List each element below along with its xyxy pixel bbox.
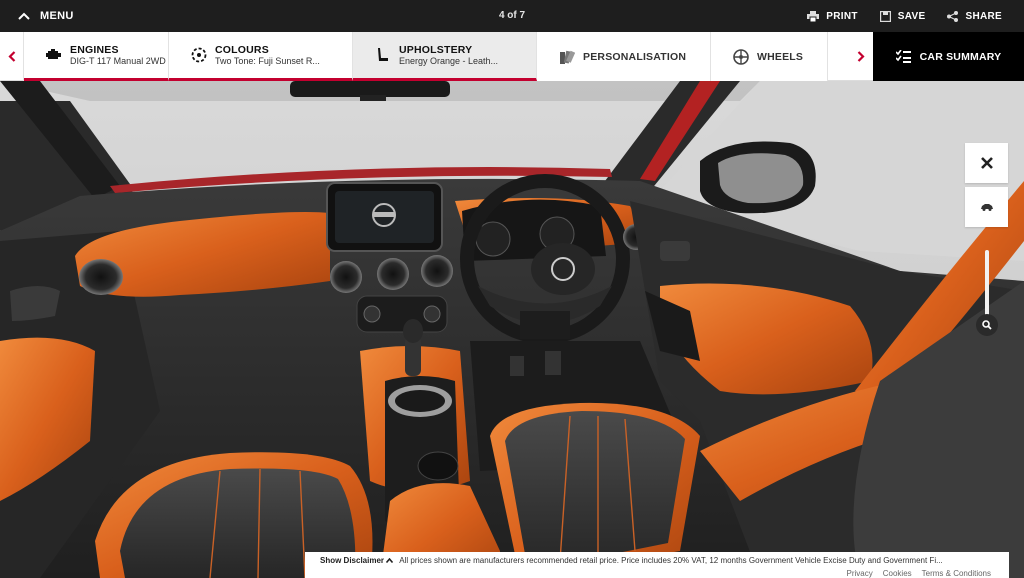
tab-wheels-label: WHEELS xyxy=(757,50,804,63)
tab-engines-label: ENGINES xyxy=(70,44,119,56)
car-summary-button[interactable]: CAR SUMMARY xyxy=(873,32,1024,81)
tab-personalisation[interactable]: PERSONALISATION xyxy=(537,32,711,81)
save-label: SAVE xyxy=(897,10,926,22)
tab-wheels[interactable]: WHEELS xyxy=(711,32,828,81)
show-disclaimer-toggle[interactable]: Show Disclaimer xyxy=(320,556,394,565)
show-disclaimer-label: Show Disclaimer xyxy=(320,556,385,565)
tab-upholstery[interactable]: UPHOLSTERY Energy Orange - Leath... xyxy=(353,32,537,81)
wheel-icon xyxy=(733,48,749,65)
zoom-slider-handle[interactable] xyxy=(976,314,998,336)
print-button[interactable]: PRINT xyxy=(807,10,858,22)
save-button[interactable]: SAVE xyxy=(879,10,926,22)
printer-icon xyxy=(807,10,820,22)
tab-upholstery-value: Energy Orange - Leath... xyxy=(399,56,499,66)
exterior-view-button[interactable] xyxy=(965,187,1008,227)
share-button[interactable]: SHARE xyxy=(947,10,1002,22)
tab-upholstery-label: UPHOLSTERY xyxy=(399,44,473,56)
menu-button[interactable]: MENU xyxy=(18,0,74,32)
configurator-steps: ENGINES DIG-T 117 Manual 2WD COLOURS Two… xyxy=(0,32,1024,81)
menu-label: MENU xyxy=(40,10,74,22)
terms-link[interactable]: Terms & Conditions xyxy=(922,569,991,578)
tab-engines[interactable]: ENGINES DIG-T 117 Manual 2WD xyxy=(24,32,169,81)
chevron-up-icon xyxy=(386,557,394,564)
close-icon xyxy=(980,157,993,169)
list-check-icon xyxy=(895,50,911,63)
top-bar: MENU 4 of 7 PRINT SAVE SHARE xyxy=(0,0,1024,32)
tab-engines-value: DIG-T 117 Manual 2WD xyxy=(70,56,166,66)
disclaimer-bar: Show Disclaimer All prices shown are man… xyxy=(305,552,1009,578)
chevron-left-icon xyxy=(7,51,15,62)
zoom-slider-track[interactable] xyxy=(985,250,989,318)
palette-icon xyxy=(191,47,207,63)
seat-icon xyxy=(375,47,391,63)
next-step-button[interactable] xyxy=(849,32,873,81)
chevron-up-icon xyxy=(18,12,30,20)
zoom-icon xyxy=(982,320,992,330)
save-icon xyxy=(879,10,891,22)
privacy-link[interactable]: Privacy xyxy=(847,569,873,578)
print-label: PRINT xyxy=(826,10,858,22)
tab-personalisation-label: PERSONALISATION xyxy=(583,50,687,63)
share-icon xyxy=(947,10,959,22)
previous-step-button[interactable] xyxy=(0,32,24,81)
interior-360-viewer[interactable] xyxy=(0,81,1024,578)
close-viewer-button[interactable] xyxy=(965,143,1008,183)
share-label: SHARE xyxy=(965,10,1002,22)
tab-colours-value: Two Tone: Fuji Sunset R... xyxy=(215,56,320,66)
car-icon xyxy=(980,204,993,211)
disclaimer-text: All prices shown are manufacturers recom… xyxy=(399,556,943,565)
interior-render xyxy=(0,81,1024,578)
swatch-icon xyxy=(559,49,575,65)
step-counter: 4 of 7 xyxy=(498,10,526,21)
engine-icon xyxy=(46,47,62,63)
chevron-right-icon xyxy=(857,51,865,62)
car-summary-label: CAR SUMMARY xyxy=(919,50,1002,63)
tab-colours[interactable]: COLOURS Two Tone: Fuji Sunset R... xyxy=(169,32,353,81)
tab-colours-label: COLOURS xyxy=(215,44,269,56)
cookies-link[interactable]: Cookies xyxy=(883,569,912,578)
